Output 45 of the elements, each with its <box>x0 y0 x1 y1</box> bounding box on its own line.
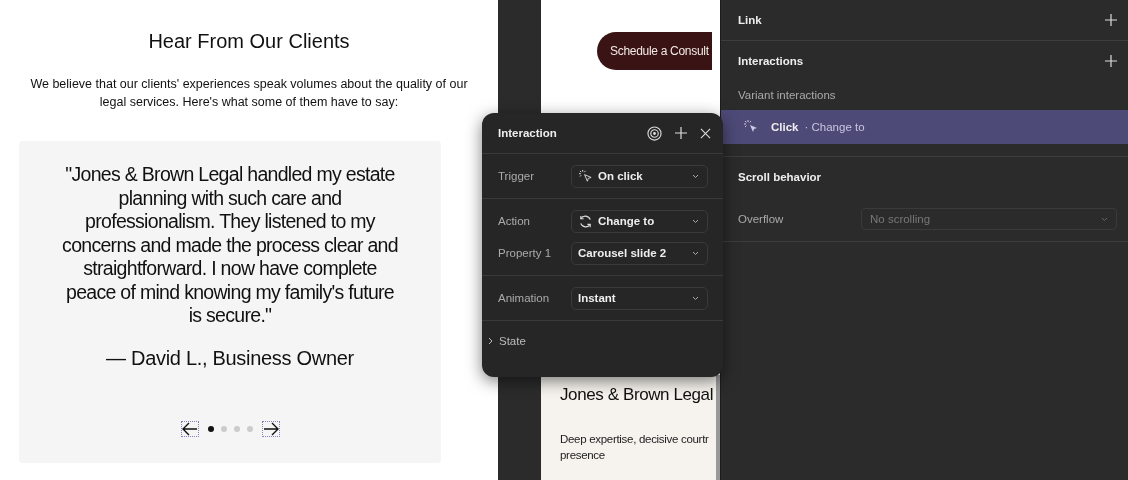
scroll-behavior-label: Scroll behavior <box>738 171 822 183</box>
field-label: Property 1 <box>498 247 553 259</box>
section-heading: Hear From Our Clients <box>148 30 350 53</box>
overflow-label: Overflow <box>738 213 784 225</box>
testimonial-quote: "Jones & Brown Legal handled my estate planning with such care and professionalism. They listened to my concerns and made the process clear and straightforward. I now have complete peace of mind knowing my family's future is secure." <box>61 163 399 328</box>
target-icon[interactable] <box>647 125 662 141</box>
interaction-action: · Change to <box>804 121 865 133</box>
select-field[interactable]: Change to <box>571 209 708 233</box>
brand-name: Jones & Brown Legal <box>560 385 715 405</box>
field-label: Animation <box>498 292 551 304</box>
add-icon[interactable] <box>1105 55 1117 67</box>
chevron-down-icon <box>692 250 699 256</box>
popup-title: Interaction <box>498 127 558 139</box>
tagline-text: Deep expertise, decisive courtr <box>560 432 710 447</box>
chevron-down-icon <box>692 218 699 224</box>
chevron-down-icon <box>692 295 699 301</box>
field-label: Trigger <box>498 170 535 182</box>
cursor-click-icon <box>578 168 593 184</box>
carousel-dot[interactable] <box>233 425 240 432</box>
testimonial-author: — David L., Business Owner <box>106 346 354 370</box>
carousel-dot[interactable] <box>220 425 227 432</box>
previous-arrow-icon[interactable] <box>181 421 198 436</box>
interactions-label: Interactions <box>738 55 804 67</box>
chevron-down-icon <box>692 173 699 179</box>
add-icon[interactable] <box>675 127 687 139</box>
carousel-dot[interactable] <box>207 425 214 432</box>
state-toggle[interactable]: State <box>482 321 723 347</box>
variant-interactions-label: Variant interactions <box>737 88 837 103</box>
field-label: Action <box>498 215 531 227</box>
interaction-trigger: Click <box>771 121 799 133</box>
close-icon[interactable] <box>700 127 711 139</box>
chevron-icon <box>488 337 494 345</box>
select-field[interactable]: Carousel slide 2 <box>571 241 708 265</box>
carousel-dot[interactable] <box>246 425 253 432</box>
select-field[interactable]: On click <box>571 164 708 188</box>
schedule-button[interactable]: Schedule a Consult <box>597 32 712 70</box>
select-field[interactable]: Instant <box>571 286 708 310</box>
intro-text: We believe that our clients' experiences speak volumes about the quality of our legal services. Here's what some of them have to say: <box>29 76 469 111</box>
link-label: Link <box>738 14 762 26</box>
refresh-icon <box>578 213 593 229</box>
interaction-item[interactable]: Click · Change to <box>721 110 1128 144</box>
add-icon[interactable] <box>1105 14 1117 26</box>
chevron-down-icon <box>1101 216 1108 222</box>
next-arrow-icon[interactable] <box>262 421 279 436</box>
tagline-text: presence <box>560 448 606 463</box>
